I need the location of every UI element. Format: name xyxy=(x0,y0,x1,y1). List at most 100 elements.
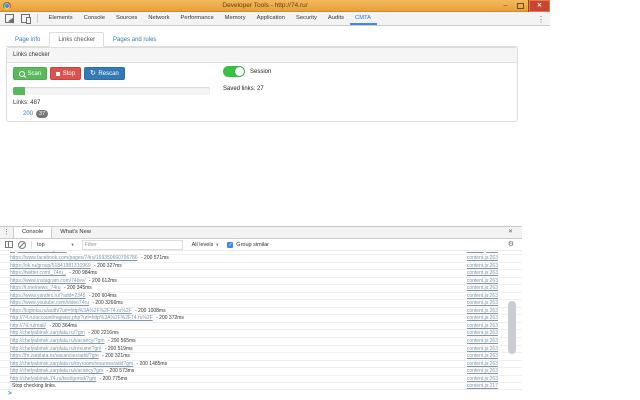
console-toolbar: top ▼ All levels ▼ ✓ Group similar ⚙ xyxy=(0,239,522,251)
log-url-link[interactable]: https://twitter.com/_74ru_ xyxy=(10,270,66,276)
devtools-tab[interactable]: Console xyxy=(78,12,110,25)
scan-button[interactable]: Scan xyxy=(13,67,48,80)
console-log-row: http://74.ru/mail/ - 200 364ms content.j… xyxy=(0,321,522,330)
log-result-text: - 200 345ms xyxy=(63,285,92,292)
console-log-row: http://chelyabinsk.zarplata.ru/vacancy?g… xyxy=(0,367,522,375)
log-result-text: - 200 448ms xyxy=(70,251,98,253)
log-url-link[interactable]: https://loginka.ru/auth/?url=http%3A%2F%… xyxy=(10,308,132,314)
links-count-label: Links: 487 xyxy=(13,100,41,106)
execution-context-selector[interactable]: top ▼ xyxy=(37,242,75,248)
log-url-link[interactable]: https://www.youtube.com/video74ru xyxy=(10,300,89,306)
stop-icon xyxy=(56,71,61,76)
context-value: top xyxy=(37,241,45,248)
log-url-link[interactable]: https://vk.com/74ru_news xyxy=(10,251,67,253)
log-url-link[interactable]: http://chelyabinsk.zarplata.ru/vacancy/?… xyxy=(10,338,105,344)
action-buttons: Scan Stop ↻ Rescan xyxy=(13,67,125,80)
rescan-label: Rescan xyxy=(98,70,119,77)
chevron-down-icon: ▼ xyxy=(215,242,220,247)
log-url-link[interactable]: https://www.yandex.ru/?add=2345 xyxy=(10,293,85,299)
status-summary-row: 200 37 xyxy=(23,110,49,119)
inspect-element-icon[interactable] xyxy=(5,14,14,23)
log-url-link[interactable]: https://www.facebook.com/pages/74ru/1593… xyxy=(10,255,138,261)
close-button[interactable]: ✕ xyxy=(528,0,550,12)
console-prompt[interactable]: > xyxy=(0,389,522,397)
group-similar-control: ✓ Group similar xyxy=(227,241,269,248)
extension-subtab[interactable]: Pages and rules xyxy=(104,32,165,47)
log-url-link[interactable]: http://chelyabinsk.zarplata.ru/vacancy?g… xyxy=(10,368,103,374)
devtools-tab[interactable]: Security xyxy=(290,12,322,25)
console-log-row: https://www.youtube.com/video74ru - 200 … xyxy=(0,299,522,307)
scan-progress-bar xyxy=(13,87,210,95)
console-drawer-tabs: Console What's New xyxy=(13,227,99,238)
toolbar-divider xyxy=(31,240,32,249)
status-200-link[interactable]: 200 xyxy=(23,111,33,117)
card-body: Scan Stop ↻ Rescan Links: 487 200 37 Sess… xyxy=(7,63,517,122)
devtools-tab[interactable]: CMTA xyxy=(350,12,377,25)
stop-button[interactable]: Stop xyxy=(50,67,82,80)
devtools-tab[interactable]: Application xyxy=(251,12,290,25)
console-log-row: https://www.instagram.com/74live/ - 200 … xyxy=(0,276,522,285)
log-url-link[interactable]: http://74.ru/mail/ xyxy=(10,323,46,329)
clear-console-icon[interactable] xyxy=(18,240,26,249)
console-log-row: https://t.me/news_74ru - 200 345ms conte… xyxy=(0,284,522,292)
links-checker-card: Links checker Scan Stop ↻ Rescan Links: 4… xyxy=(6,47,518,122)
card-title: Links checker xyxy=(7,48,517,63)
status-count-badge: 37 xyxy=(36,110,49,119)
log-url-link[interactable]: https://hr.zarplata.ru/vacancies/add/?gm xyxy=(10,353,99,359)
console-log-row: Stop checking links. content.js:217 xyxy=(0,382,522,389)
session-label: Session xyxy=(250,68,272,75)
log-result-text: - 200 3266ms xyxy=(92,300,123,307)
console-log-row: http://chelyabinsk.zarplata.ru/resume?gm… xyxy=(0,344,522,353)
devtools-tab[interactable]: Audits xyxy=(322,12,349,25)
more-options-icon[interactable]: ⋮ xyxy=(537,13,545,26)
console-log-row: https://loginka.ru/auth/?url=http%3A%2F%… xyxy=(0,306,522,315)
log-url-link[interactable]: https://ok.ru/group/51841981310969 xyxy=(10,263,91,269)
log-levels-dropdown[interactable]: All levels ▼ xyxy=(192,242,220,248)
minimize-button[interactable]: – xyxy=(498,0,513,12)
close-drawer-icon[interactable]: ✕ xyxy=(508,227,513,238)
window-titlebar: Developer Tools - http://74.ru/ – ✕ xyxy=(0,0,550,12)
refresh-icon: ↻ xyxy=(90,70,96,77)
console-sidebar-icon[interactable] xyxy=(5,241,13,248)
extension-subtab[interactable]: Links checker xyxy=(49,32,105,47)
console-filter-input[interactable] xyxy=(81,239,183,250)
devtools-tab[interactable]: Memory xyxy=(219,12,251,25)
console-log-row: https://ok.ru/group/51841981310969 - 200… xyxy=(0,261,522,270)
devtools-window: Developer Tools - http://74.ru/ – ✕ Elem… xyxy=(0,0,550,397)
session-toggle-row: Session xyxy=(223,66,271,77)
console-drawer-tab[interactable]: Console xyxy=(13,227,53,238)
log-url-link[interactable]: https://t.me/news_74ru xyxy=(10,285,61,291)
console-scrollbar[interactable] xyxy=(508,301,516,354)
log-result-text: - 200 327ms xyxy=(94,262,122,269)
log-result-text: - 200 372ms xyxy=(156,315,184,322)
devtools-tab[interactable]: Performance xyxy=(175,12,219,25)
devtools-tab[interactable]: Sources xyxy=(110,12,142,25)
log-url-link[interactable]: http://chelyabinsk.zarplata.ru/resume?gm xyxy=(10,346,101,352)
console-log-row: http://74.ru/account/register.php?url=ht… xyxy=(0,314,522,322)
drawer-menu-icon[interactable]: ⋮ xyxy=(0,227,13,238)
devtools-tab[interactable]: Network xyxy=(143,12,175,25)
log-result-text: - 200 571ms xyxy=(140,255,169,261)
session-toggle[interactable] xyxy=(223,66,245,77)
maximize-button[interactable] xyxy=(513,0,528,12)
device-toolbar-icon[interactable] xyxy=(21,14,31,24)
log-url-link[interactable]: http://chelyabinsk.zarplata.ru/myroom/re… xyxy=(10,361,133,367)
log-result-text: - 200 2216ms xyxy=(88,330,119,337)
devtools-tab[interactable]: Elements xyxy=(43,12,78,25)
maximize-icon xyxy=(517,3,524,9)
log-url-link[interactable]: http://74.ru/account/register.php?url=ht… xyxy=(10,315,153,321)
extension-subtab[interactable]: Page info xyxy=(6,32,49,47)
stop-label: Stop xyxy=(62,70,76,77)
extension-subtabs: Page info Links checker Pages and rules xyxy=(6,29,518,47)
settings-gear-icon[interactable]: ⚙ xyxy=(508,239,514,251)
console-log-row: http://chelyabinsk.zarplata.ru/myroom/re… xyxy=(0,359,522,368)
log-url-link[interactable]: http://chelyabinsk.zarplata.ru/?gm xyxy=(10,330,85,336)
log-result-text: - 200 984ms xyxy=(69,270,98,277)
console-log-row: http://chelyabinsk.zarplata.ru/vacancy/?… xyxy=(0,337,522,345)
log-url-link[interactable]: http://chelyabinsk.74.ru/text/gorod/?gm xyxy=(10,376,96,382)
console-drawer-tab[interactable]: What's New xyxy=(52,227,99,238)
log-url-link[interactable]: https://www.instagram.com/74live/ xyxy=(10,278,86,284)
window-controls: – ✕ xyxy=(498,0,550,12)
rescan-button[interactable]: ↻ Rescan xyxy=(84,67,125,80)
group-similar-checkbox[interactable]: ✓ xyxy=(227,241,234,248)
